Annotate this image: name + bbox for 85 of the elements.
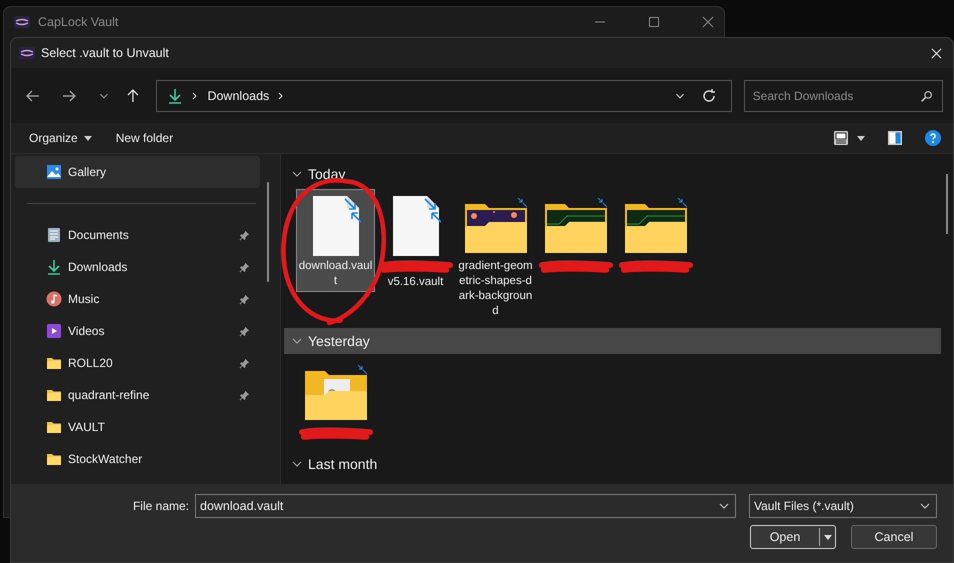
chevron-down-icon[interactable] (719, 503, 729, 509)
new-folder-button[interactable]: New folder (106, 127, 184, 149)
folder-icon (46, 419, 62, 435)
sidebar-label: quadrant-refine (68, 388, 150, 402)
file-name-label: File name: (132, 499, 189, 513)
folder-with-image-icon (544, 198, 608, 254)
dialog-title: Select .vault to Unvault (41, 46, 169, 60)
sidebar-label: ROLL20 (68, 356, 114, 370)
sidebar-item[interactable]: Documents (15, 219, 260, 251)
group-title: Yesterday (308, 333, 370, 349)
pin-icon[interactable] (239, 230, 250, 240)
sidebar-label: Downloads (68, 260, 128, 274)
blank-file-icon (390, 195, 440, 257)
folder-icon (46, 451, 62, 467)
close-icon[interactable] (702, 16, 714, 28)
picture-icon (46, 164, 62, 180)
group-header[interactable]: Yesterday (284, 328, 941, 354)
sidebar-item[interactable]: quadrant-refine (15, 379, 260, 411)
file-name-field[interactable]: download.vault (195, 494, 736, 518)
app-logo-icon (14, 16, 30, 28)
preview-pane-icon[interactable] (887, 130, 903, 146)
file-name: download.vault (298, 259, 374, 289)
chevron-right-icon (191, 92, 200, 100)
sidebar-label: VAULT (68, 420, 106, 434)
pin-icon[interactable] (239, 294, 250, 304)
address-bar[interactable]: Downloads (156, 80, 732, 112)
chevron-down-icon (292, 171, 302, 177)
caret-icon (84, 136, 92, 140)
caret-icon[interactable] (824, 534, 832, 540)
help-icon[interactable] (925, 130, 941, 146)
sidebar-item[interactable]: Music (15, 283, 260, 315)
search-field[interactable]: Search Downloads (744, 80, 943, 112)
download-icon (167, 88, 184, 104)
file-tile[interactable]: v5.16.vault (376, 189, 455, 293)
forward-arrow-icon[interactable] (60, 88, 77, 104)
pin-icon[interactable] (239, 358, 250, 368)
caret-icon[interactable] (857, 136, 865, 140)
view-options-icon[interactable] (833, 130, 849, 146)
organize-menu-button[interactable]: Organize (19, 127, 102, 149)
search-icon (920, 90, 933, 102)
chevron-down-icon (292, 461, 302, 467)
sidebar-label: Documents (68, 228, 130, 242)
group-title: Last month (308, 456, 378, 472)
maximize-icon[interactable] (648, 16, 660, 28)
sidebar-item[interactable]: Gallery (15, 156, 260, 188)
blank-file-icon (310, 195, 360, 257)
sidebar-item[interactable]: VAULT (15, 411, 260, 443)
open-split-button[interactable]: Open (750, 525, 836, 549)
file-tile[interactable]: gradient-geometric-shapes-dark-background (456, 189, 535, 322)
scrollbar-thumb[interactable] (267, 182, 269, 282)
music-note-icon (46, 291, 62, 307)
sidebar-label: Music (68, 292, 100, 306)
sidebar-item[interactable]: StockWatcher (15, 443, 260, 475)
file-tile[interactable]: download.vault (296, 189, 375, 292)
film-icon (46, 323, 62, 339)
folder-icon (46, 387, 62, 403)
document-icon (46, 227, 62, 243)
file-name: gradient-geometric-shapes-dark-background (458, 259, 534, 319)
chevron-right-icon[interactable] (277, 92, 286, 100)
app-logo-icon (19, 47, 35, 59)
pin-icon[interactable] (239, 326, 250, 336)
file-type-dropdown[interactable]: Vault Files (*.vault) (749, 494, 937, 518)
scrollbar-thumb[interactable] (946, 174, 948, 234)
breadcrumb[interactable]: Downloads (207, 88, 270, 102)
pin-icon[interactable] (239, 390, 250, 400)
refresh-icon[interactable] (700, 88, 717, 104)
sidebar-item[interactable]: ROLL20 (15, 347, 260, 379)
folder-with-image-icon (464, 198, 528, 254)
window-title: CapLock Vault (38, 15, 118, 29)
sidebar-label: StockWatcher (68, 452, 144, 466)
sidebar-item[interactable]: Downloads (15, 251, 260, 283)
download-icon (46, 259, 62, 275)
folder-icon (46, 355, 62, 371)
sidebar-label: Videos (68, 324, 106, 338)
sidebar-label: Gallery (68, 165, 108, 179)
chevron-down-icon (920, 503, 930, 509)
chevron-down-icon (292, 338, 302, 344)
up-arrow-icon[interactable] (124, 88, 140, 104)
folder-with-image-icon (624, 198, 688, 254)
folder-with-file-icon (304, 365, 368, 421)
group-header[interactable]: Last month (284, 451, 941, 477)
sidebar-item[interactable]: Videos (15, 315, 260, 347)
pin-icon[interactable] (239, 262, 250, 272)
file-name: v5.16.vault (386, 275, 444, 290)
cancel-button[interactable]: Cancel (851, 525, 937, 549)
